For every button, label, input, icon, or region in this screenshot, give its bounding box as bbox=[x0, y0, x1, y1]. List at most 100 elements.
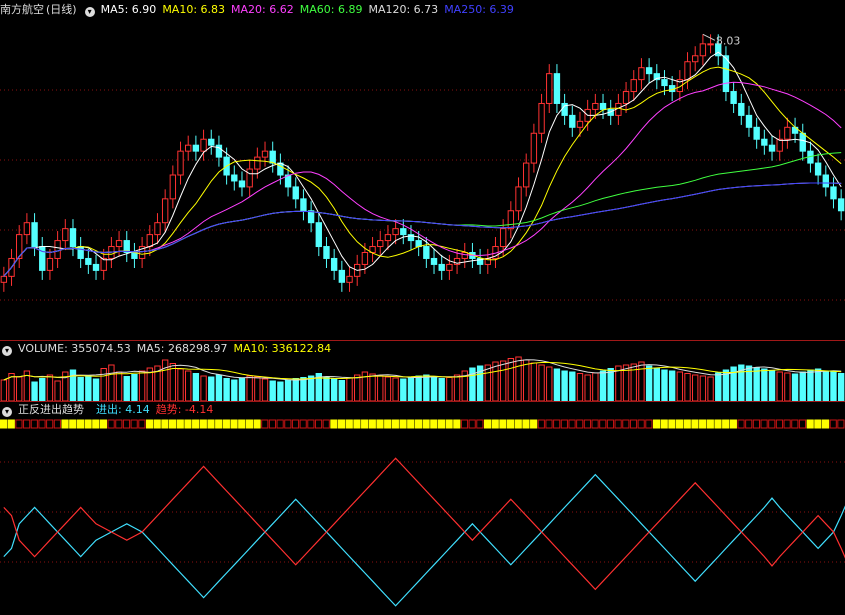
volume-bar bbox=[791, 373, 799, 401]
candle-up bbox=[100, 257, 107, 271]
signal-block bbox=[345, 419, 353, 429]
volume-bar bbox=[54, 380, 61, 401]
volume-bar bbox=[208, 376, 215, 401]
volume-label-0: VOLUME: 355074.53 bbox=[18, 342, 131, 355]
volume-bar bbox=[323, 376, 330, 401]
candle-down bbox=[814, 162, 822, 176]
candle-down bbox=[323, 246, 330, 259]
candle-down bbox=[307, 210, 315, 224]
signal-block bbox=[683, 419, 691, 429]
volume-bar bbox=[292, 378, 299, 401]
candle-down bbox=[269, 150, 276, 164]
signal-block bbox=[368, 419, 376, 429]
volume-bar bbox=[814, 368, 822, 401]
chevron-down-icon[interactable]: ▾ bbox=[84, 7, 95, 17]
candle-down bbox=[569, 114, 576, 128]
candle-down bbox=[85, 257, 92, 265]
signal-block bbox=[460, 419, 469, 429]
volume-bar bbox=[223, 378, 230, 401]
signal-block bbox=[591, 419, 599, 429]
signal-block bbox=[192, 419, 200, 429]
signal-block bbox=[30, 419, 38, 429]
indicator-panel-header: ▾ 正反进出趋势 进出: 4.14 趋势: -4.14 bbox=[0, 402, 225, 418]
signal-block bbox=[645, 419, 653, 429]
candle-down bbox=[77, 246, 84, 259]
volume-bar bbox=[668, 370, 676, 401]
indicator-line bbox=[3, 473, 845, 607]
volume-bar bbox=[185, 370, 192, 401]
candle-up bbox=[346, 275, 353, 283]
volume-bar bbox=[515, 356, 522, 401]
signal-block bbox=[422, 419, 430, 429]
volume-bar bbox=[39, 378, 46, 401]
volume-bar bbox=[692, 374, 699, 401]
candle-up bbox=[0, 275, 8, 283]
candle-down bbox=[645, 67, 653, 75]
volume-bar bbox=[830, 371, 837, 401]
signal-block bbox=[122, 419, 131, 429]
candle-up bbox=[538, 102, 545, 134]
signal-block bbox=[507, 419, 515, 429]
signal-block bbox=[814, 419, 822, 429]
indicator-label-1: 趋势: -4.14 bbox=[155, 403, 214, 416]
volume-bar bbox=[115, 371, 123, 401]
volume-bar bbox=[300, 377, 307, 401]
signal-block bbox=[184, 419, 192, 429]
candle-down bbox=[753, 126, 760, 140]
indicator-chart[interactable] bbox=[0, 402, 845, 615]
signal-block bbox=[338, 419, 346, 429]
volume-bar bbox=[384, 376, 392, 401]
signal-block bbox=[499, 419, 507, 429]
signal-block bbox=[353, 419, 361, 429]
candle-down bbox=[231, 174, 238, 182]
candle-up bbox=[384, 234, 392, 242]
signal-block bbox=[522, 419, 530, 429]
signal-block bbox=[537, 419, 545, 429]
candle-up bbox=[177, 150, 184, 176]
volume-bar bbox=[16, 376, 23, 401]
candle-up bbox=[446, 263, 453, 271]
volume-bar bbox=[599, 370, 607, 401]
signal-block bbox=[445, 419, 453, 429]
volume-bar bbox=[77, 377, 84, 401]
volume-bar bbox=[684, 373, 691, 401]
period-label[interactable]: (日线) bbox=[46, 3, 77, 16]
indicator-name[interactable]: 正反进出趋势 bbox=[18, 403, 84, 416]
signal-block bbox=[553, 419, 561, 429]
candle-up bbox=[161, 198, 169, 224]
candle-up bbox=[146, 234, 153, 248]
indicator-legend: 进出: 4.14 趋势: -4.14 bbox=[96, 403, 219, 416]
signal-block bbox=[414, 419, 422, 429]
signal-block bbox=[599, 419, 607, 429]
candle-down bbox=[92, 263, 100, 271]
signal-block bbox=[376, 419, 384, 429]
price-chart[interactable]: 8.03 bbox=[0, 0, 845, 340]
candle-down bbox=[338, 269, 346, 283]
volume-bar bbox=[753, 367, 760, 401]
volume-bar bbox=[92, 378, 100, 401]
signal-block bbox=[361, 419, 369, 429]
volume-bar bbox=[46, 374, 54, 401]
stock-name[interactable]: 南方航空 bbox=[0, 3, 44, 16]
volume-bar bbox=[676, 371, 684, 401]
signal-block bbox=[38, 419, 46, 429]
chevron-down-icon[interactable]: ▾ bbox=[2, 346, 12, 356]
chevron-down-icon[interactable]: ▾ bbox=[2, 407, 12, 417]
candle-up bbox=[576, 120, 584, 128]
volume-bar bbox=[269, 380, 276, 401]
volume-bar bbox=[131, 374, 138, 401]
signal-block bbox=[138, 419, 146, 429]
volume-bar bbox=[231, 379, 238, 401]
signal-block bbox=[430, 419, 438, 429]
candle-down bbox=[292, 186, 299, 200]
candle-up bbox=[515, 186, 522, 212]
volume-bar bbox=[592, 372, 599, 401]
volume-bar bbox=[261, 378, 269, 401]
ma-label-5: MA250: 6.39 bbox=[444, 3, 514, 16]
signal-block bbox=[699, 419, 707, 429]
volume-bar bbox=[346, 377, 353, 401]
volume-bar bbox=[108, 364, 115, 401]
volume-bar bbox=[438, 378, 445, 401]
volume-bar bbox=[638, 361, 645, 401]
signal-block bbox=[829, 419, 837, 429]
